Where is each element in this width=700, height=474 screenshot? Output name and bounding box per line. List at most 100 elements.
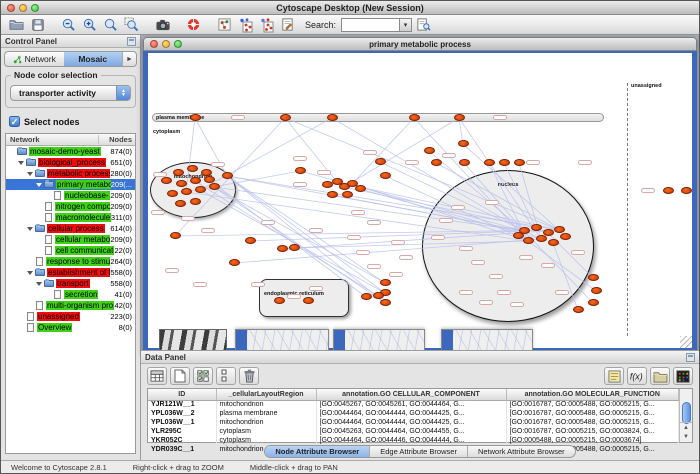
table-row[interactable]: YPL036W__1mitochondrion[GO:0044464, GO:0… [148, 418, 679, 427]
graph-node[interactable] [431, 159, 442, 166]
table-row[interactable]: YJR121W__1mitochondrion[GO:0045267, GO:0… [148, 400, 679, 409]
graph-node[interactable] [190, 114, 201, 121]
attribute-matrix-button[interactable] [673, 367, 693, 385]
graph-node[interactable] [499, 159, 510, 166]
graph-node[interactable] [229, 259, 240, 266]
graph-node[interactable] [373, 292, 384, 299]
graph-node[interactable] [170, 232, 181, 239]
graph-node[interactable] [342, 191, 353, 198]
graph-node[interactable] [175, 200, 186, 207]
table-row[interactable]: YLR295Ccytoplasm[GO:0045263, GO:0044464,… [148, 427, 679, 436]
graph-node[interactable] [176, 180, 187, 187]
tree-item[interactable]: transport558(0) [6, 278, 135, 289]
network-canvas[interactable]: plasma membrane cytoplasm mitochondrion … [148, 53, 692, 348]
graph-node[interactable] [663, 187, 674, 194]
graph-node[interactable] [424, 147, 435, 154]
overview-window-peek[interactable] [159, 329, 227, 350]
graph-node[interactable] [280, 114, 291, 121]
function-builder-button[interactable]: f(x) [627, 367, 647, 385]
float-panel-icon[interactable] [127, 37, 136, 46]
graph-node[interactable] [190, 177, 201, 184]
graph-node[interactable] [588, 274, 599, 281]
graph-node[interactable] [459, 159, 470, 166]
graph-node[interactable] [588, 299, 599, 306]
tree-item[interactable]: establishment of lo558(0) [6, 267, 135, 278]
tab-network-attribute-browser[interactable]: Network Attribute Browser [468, 446, 575, 457]
tree-item[interactable]: macromolecule311(0) [6, 212, 135, 223]
node-color-dropdown[interactable]: transporter activity ▲▼ [10, 85, 131, 101]
tree-item[interactable]: primary metabo209(... [6, 179, 135, 190]
scrollbar-arrows[interactable]: ▲▼ [680, 422, 692, 442]
tree-item[interactable]: biological_process651(0) [6, 157, 135, 168]
graph-node[interactable] [274, 297, 285, 304]
network-overview-button[interactable] [215, 16, 234, 33]
attribute-table-button[interactable] [147, 367, 167, 385]
tree-header-nodes[interactable]: Nodes [99, 135, 135, 144]
tree-item[interactable]: response to stimulu264(0) [6, 256, 135, 267]
unselect-attributes-button[interactable] [216, 367, 236, 385]
save-session-button[interactable] [28, 16, 47, 33]
scrollbar-thumb[interactable] [682, 402, 691, 424]
disclosure-triangle-icon[interactable] [27, 227, 33, 231]
graph-node[interactable] [245, 237, 256, 244]
graph-node[interactable] [355, 185, 366, 192]
tree-item[interactable]: cellular process614(0) [6, 223, 135, 234]
graph-node[interactable] [303, 297, 314, 304]
graph-node[interactable] [201, 169, 212, 176]
graph-node[interactable] [681, 187, 692, 194]
scroll-down-icon[interactable]: ▼ [683, 434, 689, 440]
delete-attribute-button[interactable] [239, 367, 259, 385]
tree-item[interactable]: secretion41(0) [6, 289, 135, 300]
float-data-panel-icon[interactable] [686, 353, 695, 362]
graph-node[interactable] [513, 232, 524, 239]
graph-node[interactable] [295, 167, 306, 174]
advanced-search-button[interactable] [414, 16, 433, 33]
graph-node[interactable] [560, 233, 571, 240]
graph-node[interactable] [409, 114, 420, 121]
network-view-titlebar[interactable]: primary metabolic process [143, 37, 697, 51]
graph-node[interactable] [289, 244, 300, 251]
column-header[interactable]: annotation.GO CELLULAR_COMPONENT [316, 389, 506, 400]
graph-node[interactable] [380, 299, 391, 306]
graph-node[interactable] [195, 186, 206, 193]
tree-header-network[interactable]: Network [6, 135, 99, 144]
graph-node[interactable] [167, 190, 178, 197]
column-header[interactable]: ID [148, 389, 216, 400]
graph-node[interactable] [484, 159, 495, 166]
graph-node[interactable] [380, 172, 391, 179]
open-file-button[interactable] [7, 16, 26, 33]
snapshot-button[interactable] [153, 16, 172, 33]
tree-item[interactable]: unassigned223(0) [6, 311, 135, 322]
background-window-peek[interactable] [235, 329, 329, 350]
tab-node-attribute-browser[interactable]: Node Attribute Browser [265, 446, 370, 457]
resize-grip[interactable] [680, 336, 692, 348]
disclosure-triangle-icon[interactable] [18, 161, 24, 165]
zoom-selected-button[interactable] [122, 16, 141, 33]
new-attribute-button[interactable] [170, 367, 190, 385]
background-window-peek[interactable] [333, 329, 425, 350]
graph-node[interactable] [591, 287, 602, 294]
graph-node[interactable] [222, 172, 233, 179]
import-attributes-button[interactable] [650, 367, 670, 385]
graph-node[interactable] [327, 114, 338, 121]
graph-node[interactable] [536, 235, 547, 242]
annotation-button[interactable] [278, 16, 297, 33]
tab-edge-attribute-browser[interactable]: Edge Attribute Browser [370, 446, 468, 457]
search-input[interactable] [341, 18, 399, 32]
select-nodes-checkbox[interactable]: ✓ [9, 116, 20, 127]
column-header[interactable]: annotation.GO MOLECULAR_FUNCTION [506, 389, 679, 400]
graph-node[interactable] [187, 165, 198, 172]
graph-node[interactable] [573, 306, 584, 313]
graph-node[interactable] [327, 191, 338, 198]
graph-node[interactable] [277, 245, 288, 252]
graph-node[interactable] [190, 198, 201, 205]
zoom-fit-button[interactable] [101, 16, 120, 33]
disclosure-triangle-icon[interactable] [27, 271, 33, 275]
zoom-out-button[interactable] [59, 16, 78, 33]
graph-node[interactable] [361, 293, 372, 300]
graph-node[interactable] [181, 188, 192, 195]
first-neighbors-button[interactable] [236, 16, 255, 33]
graph-node[interactable] [554, 226, 565, 233]
graph-node[interactable] [375, 158, 386, 165]
tree-item[interactable]: cell communicat22(0) [6, 245, 135, 256]
